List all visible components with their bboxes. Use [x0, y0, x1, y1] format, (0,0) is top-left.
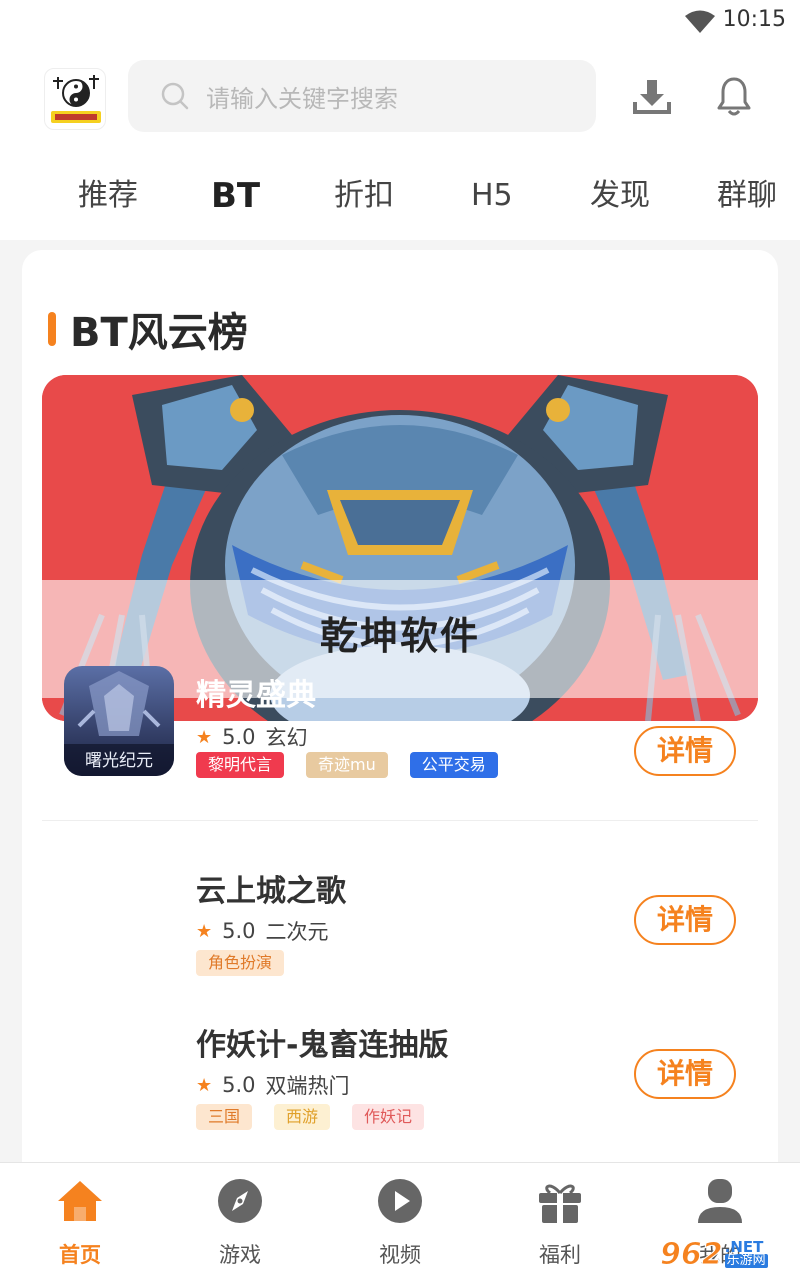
site-watermark: 962 .NET 乐游网: [660, 1236, 768, 1272]
nav-games[interactable]: 游戏: [160, 1163, 320, 1280]
game-icon: 曙光纪元: [64, 666, 174, 776]
star-icon: ★: [196, 726, 213, 748]
tab-bt[interactable]: BT: [211, 168, 260, 224]
nav-label: 视频: [379, 1243, 421, 1267]
detail-button[interactable]: 详情: [634, 895, 736, 945]
play-icon: [378, 1179, 422, 1223]
tab-discount[interactable]: 折扣: [334, 168, 394, 224]
search-bar[interactable]: 请输入关键字搜索: [128, 60, 596, 132]
search-icon: [161, 82, 189, 110]
tag: 公平交易: [409, 752, 498, 778]
star-icon: ★: [196, 920, 213, 942]
svg-text:曙光纪元: 曙光纪元: [85, 751, 153, 771]
game-rating: ★ 5.0 二次元: [196, 919, 329, 944]
game-name: 作妖计-鬼畜连抽版: [196, 1028, 449, 1063]
tag: 三国: [196, 1104, 253, 1130]
detail-button[interactable]: 详情: [634, 1049, 736, 1099]
divider: [42, 820, 758, 821]
app-logo[interactable]: [44, 68, 106, 130]
game-rating: ★ 5.0 双端热门: [196, 1073, 350, 1098]
game-tags: 角色扮演: [196, 950, 306, 976]
game-name: 云上城之歌: [196, 874, 346, 909]
game-name: 精灵盛典: [196, 678, 316, 713]
section-title: BT风云榜: [48, 300, 248, 358]
tag: 角色扮演: [196, 950, 285, 976]
status-bar: 10:15: [0, 0, 800, 44]
nav-label: 游戏: [219, 1243, 261, 1267]
nav-videos[interactable]: 视频: [320, 1163, 480, 1280]
tag: 西游: [274, 1104, 331, 1130]
bell-icon: [717, 77, 751, 116]
tab-recommend[interactable]: 推荐: [78, 168, 138, 224]
nav-home[interactable]: 首页: [0, 1163, 160, 1280]
gift-icon: [539, 1184, 581, 1223]
category-tabs: 推荐 BT 折扣 H5 发现 群聊: [0, 168, 800, 224]
tag: 奇迹mu: [306, 752, 388, 778]
user-icon: [698, 1179, 742, 1223]
search-placeholder: 请输入关键字搜索: [206, 84, 398, 113]
home-icon: [58, 1181, 102, 1221]
tag: 作妖记: [352, 1104, 425, 1130]
game-tags: 黎明代言 奇迹mu 公平交易: [196, 752, 520, 778]
tab-group-chat[interactable]: 群聊: [717, 168, 777, 224]
game-tags: 三国 西游 作妖记: [196, 1104, 446, 1130]
watermark-text: 乾坤软件: [319, 614, 480, 658]
title-accent-bar: [48, 312, 56, 346]
notification-button[interactable]: [710, 72, 758, 120]
header: 请输入关键字搜索 推荐 BT 折扣 H5 发现 群聊: [0, 44, 800, 240]
game-item[interactable]: 曙光纪元 精灵盛典 ★ 5.0 玄幻 黎明代言 奇迹mu 公平交易 详情: [42, 666, 758, 806]
star-icon: ★: [196, 1074, 213, 1096]
detail-button[interactable]: 详情: [634, 726, 736, 776]
nav-label: 福利: [539, 1243, 581, 1267]
compass-icon: [218, 1179, 262, 1223]
game-rating: ★ 5.0 玄幻: [196, 725, 308, 750]
game-item[interactable]: 作妖计-鬼畜连抽版 ★ 5.0 双端热门 三国 西游 作妖记 详情: [42, 1020, 758, 1160]
game-item[interactable]: 云上城之歌 ★ 5.0 二次元 角色扮演 详情: [42, 866, 758, 1006]
nav-welfare[interactable]: 福利: [480, 1163, 640, 1280]
status-time: 10:15: [722, 7, 786, 32]
download-icon: [633, 80, 671, 114]
tag: 黎明代言: [196, 752, 285, 778]
section-title-text: BT风云榜: [70, 310, 248, 356]
tab-h5[interactable]: H5: [471, 168, 513, 224]
download-button[interactable]: [628, 72, 676, 120]
nav-label: 首页: [59, 1243, 101, 1267]
wifi-icon: [685, 10, 715, 33]
tab-discover[interactable]: 发现: [590, 168, 650, 224]
